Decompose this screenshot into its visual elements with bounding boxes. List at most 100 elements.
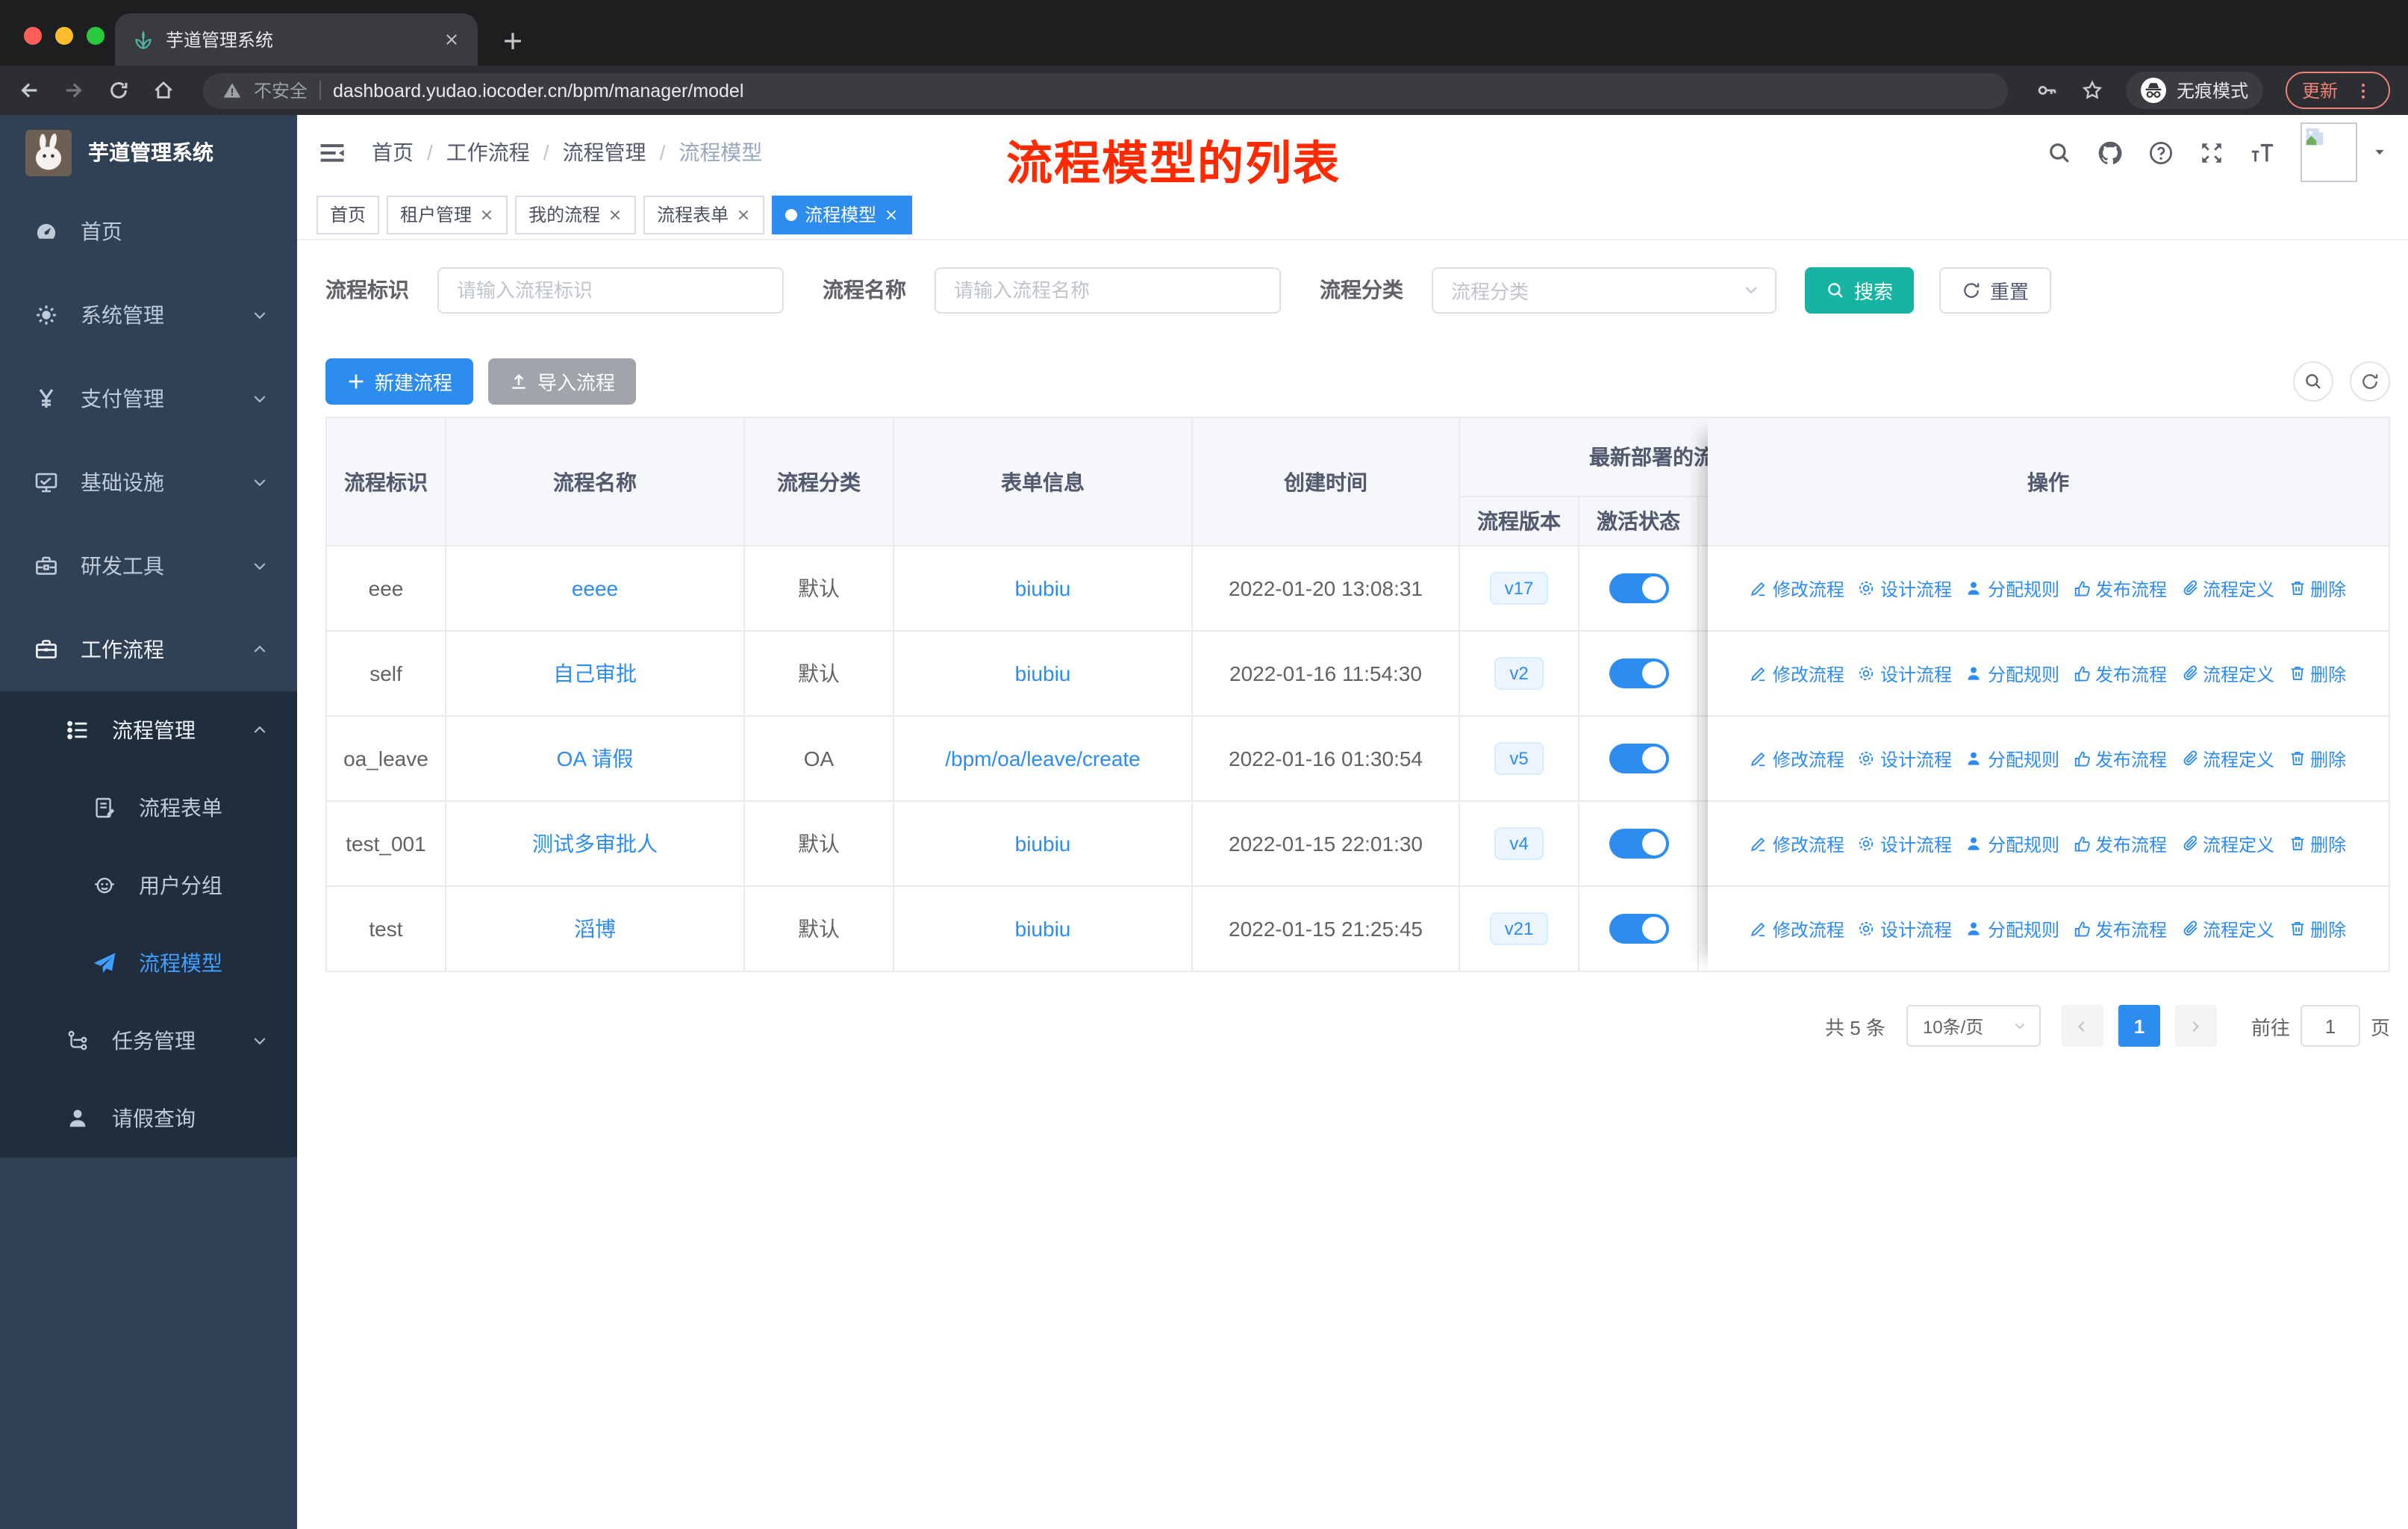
user-menu-caret-icon[interactable] [2372, 145, 2387, 160]
action-link[interactable]: 流程定义 [2180, 661, 2274, 686]
search-button[interactable]: 搜索 [1805, 267, 1915, 313]
column-header-name[interactable]: 流程名称 [446, 418, 745, 545]
tab-tag-2[interactable]: 我的流程 [515, 195, 637, 234]
action-link[interactable]: 发布流程 [2073, 661, 2167, 686]
action-link[interactable]: 发布流程 [2073, 746, 2167, 771]
column-header-form[interactable]: 表单信息 [894, 418, 1193, 545]
form-info-link[interactable]: biubiu [894, 887, 1193, 972]
column-header-created[interactable]: 创建时间 [1193, 418, 1460, 545]
process-name-link[interactable]: eeee [446, 546, 745, 632]
tab-tag-0[interactable]: 首页 [316, 195, 380, 234]
action-link[interactable]: 删除 [2288, 831, 2346, 856]
version-badge[interactable]: v2 [1494, 657, 1544, 690]
close-icon[interactable] [884, 207, 899, 222]
action-link[interactable]: 设计流程 [1858, 746, 1952, 771]
column-header-version[interactable]: 流程版本 [1460, 497, 1579, 545]
action-link[interactable]: 设计流程 [1858, 831, 1952, 856]
zoom-window-button[interactable] [87, 27, 105, 45]
close-icon[interactable] [608, 207, 623, 222]
home-icon[interactable] [152, 79, 175, 102]
process-name-link[interactable]: 滔博 [446, 887, 745, 972]
breadcrumb-item-1[interactable]: 工作流程 [446, 137, 530, 167]
action-link[interactable]: 修改流程 [1750, 916, 1844, 941]
process-name-link[interactable]: 自己审批 [446, 632, 745, 717]
tab-tag-1[interactable]: 租户管理 [387, 195, 508, 234]
browser-tab[interactable]: 芋道管理系统 [115, 13, 478, 66]
sidebar-item-1[interactable]: 系统管理 [0, 273, 297, 357]
version-badge[interactable]: v5 [1494, 742, 1544, 775]
action-link[interactable]: 删除 [2288, 746, 2346, 771]
form-info-link[interactable]: biubiu [894, 546, 1193, 632]
form-info-link[interactable]: biubiu [894, 802, 1193, 887]
tab-tag-4[interactable]: 流程模型 [772, 195, 913, 234]
update-button[interactable]: 更新 [2285, 72, 2390, 109]
action-link[interactable]: 修改流程 [1750, 831, 1844, 856]
reload-icon[interactable] [107, 79, 130, 102]
action-link[interactable]: 分配规则 [1965, 661, 2059, 686]
active-toggle[interactable] [1609, 914, 1668, 944]
sidebar-item-4[interactable]: 研发工具 [0, 524, 297, 608]
fullscreen-icon[interactable] [2199, 140, 2224, 165]
create-process-button[interactable]: 新建流程 [325, 358, 474, 405]
action-link[interactable]: 删除 [2288, 916, 2346, 941]
action-link[interactable]: 设计流程 [1858, 576, 1952, 601]
prev-page-button[interactable] [2061, 1005, 2103, 1047]
browser-menu-icon[interactable] [2353, 80, 2374, 101]
active-toggle[interactable] [1609, 829, 1668, 859]
process-name-link[interactable]: OA 请假 [446, 717, 745, 802]
action-link[interactable]: 设计流程 [1858, 916, 1952, 941]
action-link[interactable]: 分配规则 [1965, 831, 2059, 856]
process-name-input[interactable] [935, 267, 1281, 313]
action-link[interactable]: 流程定义 [2180, 576, 2274, 601]
version-badge[interactable]: v17 [1489, 572, 1549, 605]
reset-button[interactable]: 重置 [1939, 267, 2052, 313]
action-link[interactable]: 分配规则 [1965, 576, 2059, 601]
version-badge[interactable]: v4 [1494, 827, 1544, 860]
action-link[interactable]: 流程定义 [2180, 831, 2274, 856]
action-link[interactable]: 修改流程 [1750, 576, 1844, 601]
github-icon[interactable] [2097, 140, 2123, 165]
action-link[interactable]: 流程定义 [2180, 746, 2274, 771]
password-key-icon[interactable] [2036, 79, 2059, 102]
active-toggle[interactable] [1609, 573, 1668, 603]
bookmark-star-icon[interactable] [2081, 79, 2103, 102]
sidebar-item-7[interactable]: 流程表单 [0, 769, 297, 847]
column-header-status[interactable]: 激活状态 [1579, 497, 1699, 545]
next-page-button[interactable] [2174, 1005, 2217, 1047]
new-tab-button[interactable] [502, 30, 524, 52]
action-link[interactable]: 删除 [2288, 661, 2346, 686]
sidebar-item-6[interactable]: 流程管理 [0, 691, 297, 769]
address-bar[interactable]: 不安全 dashboard.yudao.iocoder.cn/bpm/manag… [203, 72, 2008, 108]
minimize-window-button[interactable] [55, 27, 73, 45]
breadcrumb-item-2[interactable]: 流程管理 [563, 137, 646, 167]
back-icon[interactable] [18, 79, 40, 102]
active-toggle[interactable] [1609, 744, 1668, 773]
sidebar-item-9[interactable]: 流程模型 [0, 924, 297, 1002]
avatar[interactable] [2301, 122, 2357, 182]
action-link[interactable]: 发布流程 [2073, 916, 2167, 941]
goto-page-input[interactable] [2300, 1005, 2360, 1047]
close-tab-icon[interactable] [443, 31, 460, 48]
category-select[interactable]: 流程分类 [1432, 267, 1777, 313]
action-link[interactable]: 修改流程 [1750, 746, 1844, 771]
sidebar-item-10[interactable]: 任务管理 [0, 1002, 297, 1080]
close-icon[interactable] [736, 207, 751, 222]
forward-icon[interactable] [63, 79, 85, 102]
breadcrumb-item-0[interactable]: 首页 [372, 137, 414, 167]
sidebar-item-0[interactable]: 首页 [0, 190, 297, 273]
form-info-link[interactable]: biubiu [894, 632, 1193, 717]
page-size-select[interactable]: 10条/页 [1906, 1005, 2041, 1047]
action-link[interactable]: 发布流程 [2073, 831, 2167, 856]
sidebar-item-8[interactable]: 用户分组 [0, 847, 297, 924]
refresh-table-button[interactable] [2350, 361, 2390, 402]
process-name-link[interactable]: 测试多审批人 [446, 802, 745, 887]
active-toggle[interactable] [1609, 658, 1668, 688]
toggle-search-button[interactable] [2293, 361, 2333, 402]
column-header-category[interactable]: 流程分类 [745, 418, 894, 545]
action-link[interactable]: 流程定义 [2180, 916, 2274, 941]
close-window-button[interactable] [24, 27, 42, 45]
version-badge[interactable]: v21 [1489, 912, 1549, 945]
sidebar-item-11[interactable]: 请假查询 [0, 1080, 297, 1157]
not-secure-icon[interactable] [222, 81, 242, 100]
header-search-icon[interactable] [2047, 140, 2072, 165]
